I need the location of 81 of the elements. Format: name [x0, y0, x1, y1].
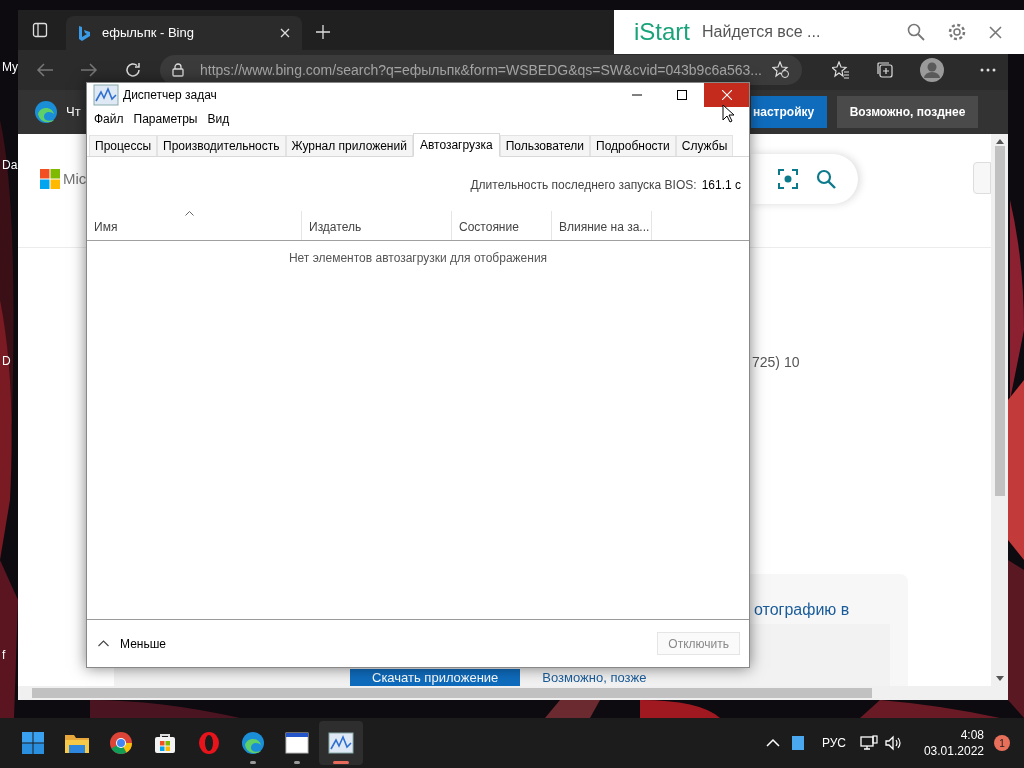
tab[interactable]: Процессы [89, 135, 157, 156]
scrollbar-thumb[interactable] [32, 688, 872, 698]
empty-message: Нет элементов автозагрузки для отображения [288, 250, 548, 267]
clock-date[interactable]: 03.01.2022 [923, 743, 984, 759]
running-indicator [250, 761, 256, 764]
close-icon [721, 90, 732, 100]
search-icon[interactable] [907, 23, 925, 41]
tab-actions-icon[interactable] [32, 22, 48, 38]
istart-logo: iStart [634, 17, 690, 47]
running-indicator [294, 761, 300, 764]
bing-logo-icon [78, 25, 90, 41]
volume-icon[interactable] [883, 735, 902, 751]
info-bar-text: Чт [66, 103, 81, 122]
logo-text: Mic [63, 169, 87, 189]
forward-icon[interactable] [80, 63, 98, 77]
address-field[interactable]: https://www.bing.com/search?q=ефыльпк&form=WSBEDG&qs=SW&cvid=043b9c6a563... [160, 55, 802, 85]
microsoft-logo-icon [40, 169, 60, 190]
mouse-cursor-icon [722, 104, 735, 123]
scrollbar-thumb[interactable] [994, 146, 1005, 496]
download-app-button[interactable]: Скачать приложение [350, 669, 521, 686]
maximize-icon [676, 90, 687, 100]
window-title: Диспетчер задач [123, 87, 217, 104]
notification-count[interactable]: 1 [994, 735, 1010, 751]
tab[interactable]: Службы [675, 135, 734, 156]
visual-search-icon[interactable] [778, 169, 798, 189]
column-header[interactable]: Имя [87, 211, 302, 240]
favorites-icon[interactable] [832, 61, 850, 79]
profile-avatar-icon[interactable] [920, 58, 944, 82]
windows-logo-icon [21, 731, 45, 755]
minimize-icon [631, 94, 642, 96]
bios-label: Длительность последнего запуска BIOS: [470, 177, 697, 194]
back-icon[interactable] [36, 63, 54, 77]
scroll-up-icon[interactable] [995, 139, 1004, 144]
tab[interactable]: Подробности [590, 135, 676, 156]
new-tab-icon[interactable] [316, 25, 330, 39]
menu-item[interactable]: Параметры [128, 110, 203, 128]
column-header[interactable]: Издатель [302, 211, 452, 240]
task-manager-icon [93, 84, 119, 106]
add-favorite-icon[interactable] [772, 61, 790, 79]
fewer-details-link[interactable]: Меньше [120, 634, 166, 653]
scroll-down-icon[interactable] [995, 676, 1004, 681]
running-indicator [333, 761, 349, 764]
tab-title: ефыльпк - Bing [102, 24, 194, 43]
tab[interactable]: Пользователи [499, 135, 591, 156]
url-text: https://www.bing.com/search?q=ефыльпк&form=WSBEDG&qs=SW&cvid=043b9c6a563... [200, 60, 762, 80]
ring-icon [197, 731, 221, 755]
chevron-up-icon[interactable] [98, 640, 109, 647]
column-header[interactable]: Состояние [452, 211, 552, 240]
edge-icon [34, 100, 58, 124]
network-icon[interactable] [859, 735, 878, 751]
taskbar-app-button[interactable] [319, 721, 363, 765]
more-icon[interactable] [980, 68, 996, 72]
menu-item[interactable]: Вид [202, 110, 235, 128]
language-indicator[interactable]: РУС [821, 734, 846, 752]
app-tray-icon[interactable] [791, 736, 804, 750]
info-bar-button[interactable]: настройку [751, 96, 827, 128]
task-manager-icon [328, 732, 354, 754]
menu-item[interactable]: Файл [89, 110, 129, 128]
column-header[interactable]: Влияние на за... [552, 211, 652, 240]
clock-time[interactable]: 4:08 [960, 727, 984, 743]
tab[interactable]: Производительность [157, 135, 286, 156]
browser-tab[interactable]: ефыльпк - Bing [66, 16, 302, 50]
tab[interactable]: Автозагрузка [412, 133, 500, 157]
tab[interactable]: Журнал приложений [285, 135, 413, 156]
search-icon[interactable] [816, 169, 836, 189]
vertical-scrollbar[interactable] [991, 134, 1008, 686]
later-link[interactable]: Возможно, позже [542, 669, 647, 686]
istart-search-text[interactable]: Найдется все ... [702, 20, 821, 44]
lock-icon [172, 63, 184, 77]
window-icon [285, 732, 309, 754]
bios-value: 161.1 с [701, 177, 741, 194]
result-text: 725) 10 [752, 353, 800, 372]
refresh-icon[interactable] [124, 61, 142, 79]
shopping-bag-icon [153, 731, 177, 755]
horizontal-scrollbar[interactable] [18, 686, 1008, 700]
settings-icon[interactable] [947, 22, 967, 42]
chrome-icon [109, 731, 133, 755]
collections-icon[interactable] [876, 61, 894, 79]
promo-text: отографию в [754, 600, 850, 620]
edge-icon [241, 731, 265, 755]
info-bar-button[interactable]: Возможно, позднее [837, 96, 978, 128]
